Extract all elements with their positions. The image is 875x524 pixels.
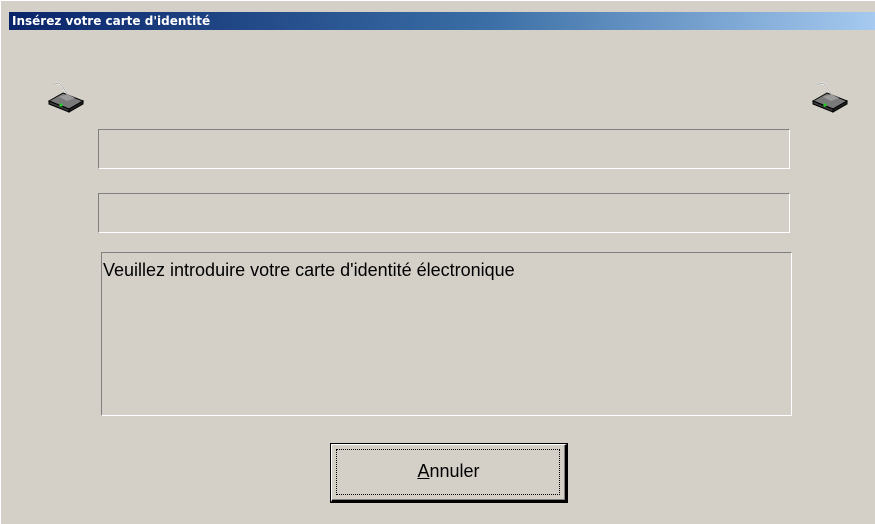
cancel-button[interactable]: Annuler [330, 443, 568, 503]
card-reader-icon [47, 82, 85, 113]
title-bar[interactable]: Insérez votre carte d'identité [9, 12, 875, 30]
cancel-label-rest: nnuler [429, 461, 480, 481]
window-title: Insérez votre carte d'identité [12, 14, 211, 28]
status-field-1 [98, 129, 790, 169]
dialog-window: Insérez votre carte d'identité Veuillez … [0, 0, 875, 524]
instruction-message: Veuillez introduire votre carte d'identi… [101, 252, 792, 416]
cancel-button-label: Annuler [332, 461, 565, 482]
cancel-mnemonic: A [417, 461, 430, 481]
status-field-2 [98, 193, 790, 233]
card-reader-icon [811, 82, 849, 113]
